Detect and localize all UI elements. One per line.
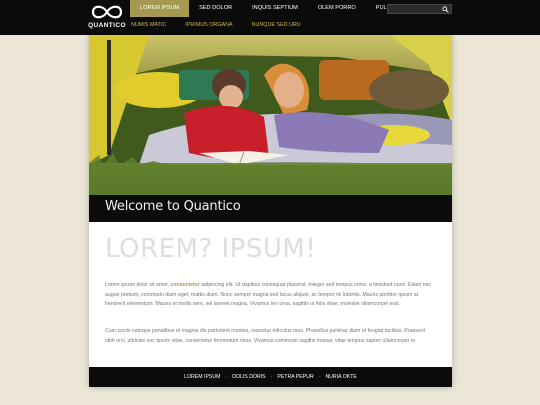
second-paragraph: Cum sociis natoque penatibus et magnis d… xyxy=(105,328,426,344)
footer-separator: - xyxy=(318,374,321,380)
footer-nav: LOREM IPSUM - DOLIS DORIS - PETRA PEPUR … xyxy=(89,367,452,387)
intro-paragraph: Lorem ipsum dolor sit amet, consectetur … xyxy=(105,281,436,310)
main-nav-item[interactable]: OLEM PORRO xyxy=(308,0,366,17)
infinity-logo-icon xyxy=(91,5,123,19)
page-headline: LOREM? IPSUM! xyxy=(105,234,317,264)
main-content: LOREM? IPSUM! Lorem ipsum dolor sit amet… xyxy=(89,222,452,367)
main-nav: LOREM IPSUM SED DOLOR INQUIS SEPTIUM OLE… xyxy=(130,0,431,17)
search-box xyxy=(387,4,452,14)
footer-link[interactable]: PETRA PEPUR xyxy=(277,374,313,380)
page-container: Welcome to Quantico LOREM? IPSUM! Lorem … xyxy=(89,35,452,387)
footer-link[interactable]: LOREM IPSUM xyxy=(184,374,220,380)
footer-link[interactable]: DOLIS DORIS xyxy=(232,374,265,380)
sub-nav-item[interactable]: IPRIMUS ORGANA xyxy=(176,17,242,34)
main-nav-item[interactable]: LOREM IPSUM xyxy=(130,0,190,17)
hero-image xyxy=(89,35,452,195)
inline-link[interactable]: consectetur xyxy=(170,282,199,288)
brand-name: QUANTICO xyxy=(88,22,126,29)
brand-logo[interactable]: QUANTICO xyxy=(86,3,128,33)
paragraph-text: Lorem ipsum dolor sit amet, xyxy=(105,282,171,288)
main-nav-item[interactable]: INQUIS SEPTIUM xyxy=(242,0,308,17)
footer-separator: - xyxy=(270,374,273,380)
sub-nav-item[interactable]: NUNQUE SED URU xyxy=(243,17,311,34)
search-icon[interactable] xyxy=(442,6,449,13)
sub-nav: NUMIS MATIC IPRIMUS ORGANA NUNQUE SED UR… xyxy=(130,17,311,34)
main-nav-item[interactable]: SED DOLOR xyxy=(189,0,242,17)
footer-link[interactable]: NURIA OKTE xyxy=(325,374,356,380)
welcome-banner: Welcome to Quantico xyxy=(89,195,452,222)
welcome-title: Welcome to Quantico xyxy=(105,199,241,214)
footer-separator: - xyxy=(225,374,228,380)
sub-nav-item[interactable]: NUMIS MATIC xyxy=(130,17,176,34)
search-input[interactable] xyxy=(388,5,440,13)
top-navigation-bar: QUANTICO LOREM IPSUM SED DOLOR INQUIS SE… xyxy=(0,0,540,35)
